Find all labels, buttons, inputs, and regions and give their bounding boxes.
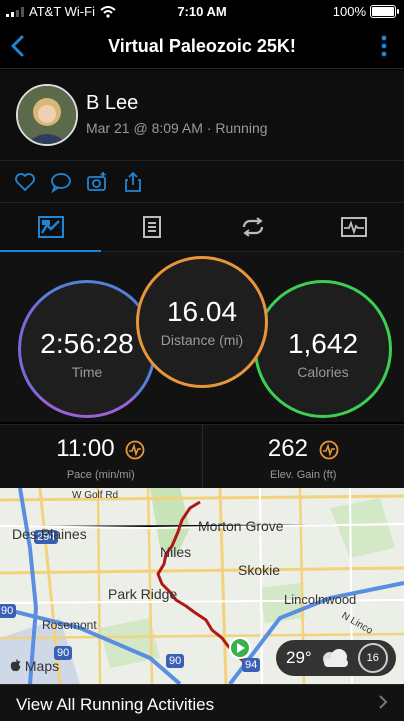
like-heart-icon[interactable] [14, 171, 36, 193]
air-quality-index: 16 [358, 643, 388, 673]
laps-icon [240, 217, 266, 237]
maps-logo-text: Maps [25, 658, 59, 674]
map-label-park-ridge: Park Ridge [108, 586, 177, 602]
elevation-label: Elev. Gain (ft) [203, 469, 404, 481]
route-90-shield-right: 90 [166, 654, 184, 668]
comment-icon[interactable] [50, 171, 72, 193]
route-map[interactable]: 294 90 90 90 94 W Golf Rd Des Plaines Mo… [0, 488, 404, 684]
back-chevron-icon[interactable] [8, 34, 28, 58]
activity-tabs [0, 202, 404, 252]
overview-chart-icon [38, 216, 64, 238]
time-label: Time [72, 364, 103, 380]
heart-rate-chart-icon [341, 217, 367, 237]
document-icon [142, 215, 162, 239]
pace-chart-icon[interactable] [125, 440, 145, 460]
apple-logo-icon [10, 659, 21, 672]
distance-metric: 16.04 Distance (mi) [136, 256, 268, 388]
avatar[interactable] [16, 84, 78, 146]
pace-label: Pace (min/mi) [0, 469, 202, 481]
map-label-golf-rd: W Golf Rd [72, 490, 118, 501]
status-bar: AT&T Wi-Fi 7:10 AM 100% [0, 0, 404, 24]
view-all-label: View All Running Activities [16, 695, 214, 715]
tab-details[interactable] [101, 203, 202, 251]
secondary-stats: 11:00 Pace (min/mi) 262 Elev. Gain (ft) [0, 424, 404, 489]
elevation-value: 262 [268, 435, 308, 462]
map-label-lincolnwood: Lincolnwood [284, 592, 356, 607]
map-label-niles: Niles [160, 544, 191, 560]
avatar-image [18, 86, 76, 144]
calories-label: Calories [297, 364, 348, 380]
tab-overview[interactable] [0, 203, 101, 251]
battery-icon [370, 5, 396, 18]
summary-metrics: 2:56:28 Time 1,642 Calories 16.04 Distan… [0, 252, 404, 422]
share-icon[interactable] [122, 171, 144, 193]
map-label-skokie: Skokie [238, 562, 280, 578]
pace-value: 11:00 [56, 435, 114, 462]
cloudy-weather-icon [318, 647, 352, 669]
user-name[interactable]: B Lee [86, 92, 138, 115]
route-start-marker-icon[interactable] [228, 636, 252, 660]
action-row [0, 160, 404, 202]
tab-charts[interactable] [303, 203, 404, 251]
route-94-shield: 94 [242, 658, 260, 672]
more-options-icon[interactable] [380, 34, 388, 58]
route-90-shield-left: 90 [0, 604, 16, 618]
distance-label: Distance (mi) [161, 332, 243, 348]
add-photo-icon[interactable] [86, 171, 108, 193]
tab-laps[interactable] [202, 203, 303, 251]
activity-meta: Mar 21 @ 8:09 AM · Running [86, 120, 268, 136]
time-metric: 2:56:28 Time [18, 280, 156, 418]
chevron-right-icon [378, 695, 388, 709]
calories-value: 1,642 [288, 328, 358, 360]
map-label-morton-grove: Morton Grove [198, 518, 284, 534]
weather-temperature: 29° [286, 648, 312, 668]
time-value: 2:56:28 [40, 328, 133, 360]
view-all-running-activities-link[interactable]: View All Running Activities [0, 684, 404, 721]
nav-bar: Virtual Paleozoic 25K! [0, 24, 404, 69]
calories-metric: 1,642 Calories [254, 280, 392, 418]
distance-value: 16.04 [167, 296, 237, 328]
battery-percent: 100% [333, 4, 366, 19]
activity-header: B Lee Mar 21 @ 8:09 AM · Running [0, 70, 404, 160]
pace-stat: 11:00 Pace (min/mi) [0, 425, 203, 489]
weather-badge[interactable]: 29° 16 [276, 640, 396, 676]
map-label-rosemont: Rosemont [42, 618, 97, 632]
page-title: Virtual Paleozoic 25K! [40, 36, 364, 57]
elevation-stat: 262 Elev. Gain (ft) [203, 425, 404, 489]
elevation-chart-icon[interactable] [319, 440, 339, 460]
map-label-des-plaines: Des Plaines [12, 526, 87, 542]
